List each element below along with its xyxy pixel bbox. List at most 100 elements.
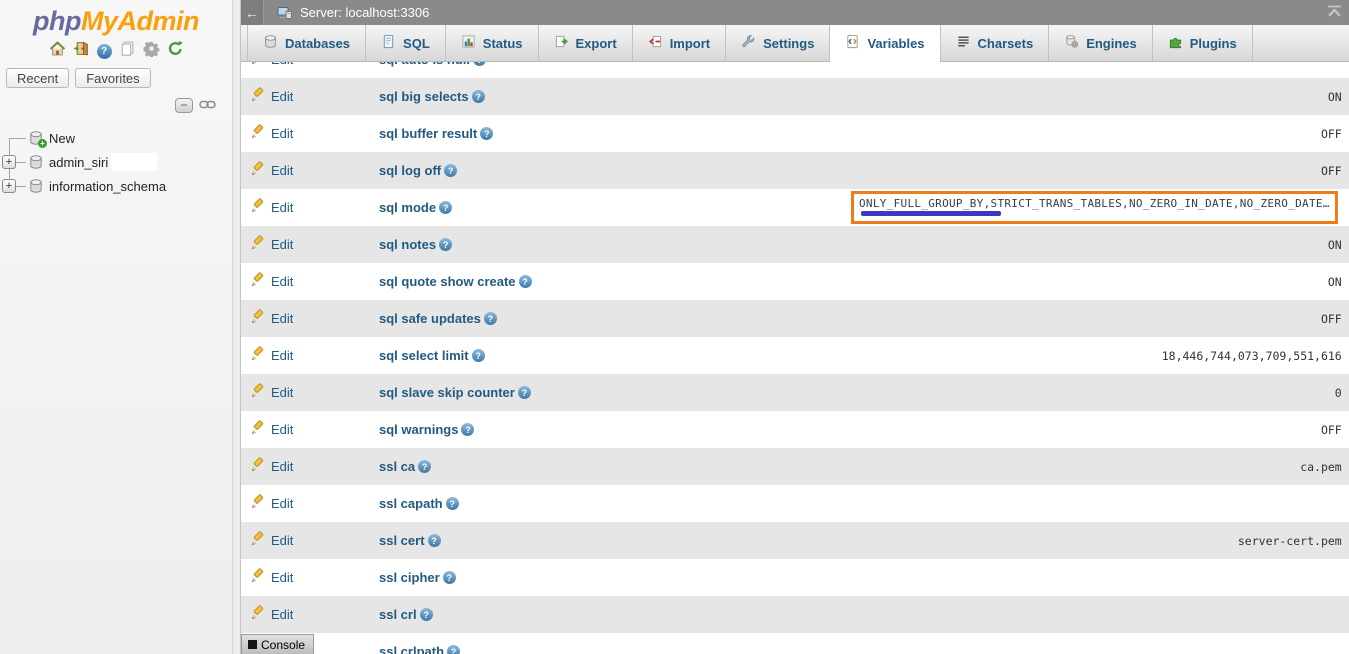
variable-help-icon[interactable]: ?	[472, 349, 485, 362]
edit-link[interactable]: Edit	[250, 161, 293, 180]
tree-item-admin-siri[interactable]: + admin_siri	[0, 150, 232, 174]
link-icon[interactable]	[199, 97, 216, 115]
pencil-icon	[250, 87, 266, 106]
tab-engines[interactable]: Engines	[1049, 25, 1153, 62]
tab-databases[interactable]: Databases	[247, 25, 366, 62]
console-button[interactable]: Console	[241, 634, 314, 654]
console-icon	[248, 640, 257, 649]
variables-rows: Edit sql auto is null ? Edit sql big sel…	[241, 62, 1349, 654]
edit-link[interactable]: Edit	[250, 235, 293, 254]
help-icon[interactable]: ?	[97, 44, 112, 59]
table-row: Edit sql buffer result ? OFF	[241, 115, 1349, 152]
tab-export[interactable]: Export	[539, 25, 633, 62]
pencil-icon	[250, 383, 266, 402]
edit-label: Edit	[271, 422, 293, 437]
edit-link[interactable]: Edit	[250, 457, 293, 476]
variable-help-icon[interactable]: ?	[461, 423, 474, 436]
logo-myadmin: MyAdmin	[81, 6, 199, 36]
export-icon	[554, 34, 569, 54]
pencil-icon	[250, 346, 266, 365]
pencil-icon	[250, 494, 266, 513]
variable-help-icon[interactable]: ?	[447, 645, 460, 654]
tree-item-information-schema[interactable]: + information_schema	[0, 174, 232, 198]
variable-name-cell: sql log off ?	[379, 163, 849, 178]
variable-help-icon[interactable]: ?	[519, 275, 532, 288]
action-cell: Edit	[241, 124, 379, 143]
variable-name: sql safe updates	[379, 311, 481, 326]
sidebar-resize-gutter[interactable]	[232, 0, 241, 654]
edit-link[interactable]: Edit	[250, 383, 293, 402]
tab-sql[interactable]: SQL	[366, 25, 446, 62]
variable-value-cell: OFF	[849, 127, 1349, 141]
tab-charsets[interactable]: Charsets	[941, 25, 1050, 62]
edit-link[interactable]: Edit	[250, 62, 293, 69]
variable-help-icon[interactable]: ?	[484, 312, 497, 325]
logo-php: php	[33, 6, 81, 36]
phpmyadmin-logo[interactable]: phpMyAdmin	[0, 0, 232, 37]
tab-settings[interactable]: Settings	[726, 25, 830, 62]
favorites-button[interactable]: Favorites	[75, 68, 150, 88]
tab-status[interactable]: Status	[446, 25, 539, 62]
edit-link[interactable]: Edit	[250, 568, 293, 587]
variable-help-icon[interactable]: ?	[439, 201, 452, 214]
edit-link[interactable]: Edit	[250, 531, 293, 550]
edit-label: Edit	[271, 274, 293, 289]
tab-label: SQL	[403, 36, 430, 51]
tree-controls: −	[0, 97, 232, 114]
edit-link[interactable]: Edit	[250, 309, 293, 328]
import-icon	[648, 34, 663, 54]
variable-value-cell: ONLY_FULL_GROUP_BY,STRICT_TRANS_TABLES,N…	[849, 189, 1349, 226]
edit-link[interactable]: Edit	[250, 87, 293, 106]
variable-help-icon[interactable]: ?	[443, 571, 456, 584]
edit-label: Edit	[271, 126, 293, 141]
sql-icon	[381, 34, 396, 54]
charsets-icon	[956, 34, 971, 54]
variable-value-cell: ca.pem	[849, 460, 1349, 474]
edit-label: Edit	[271, 89, 293, 104]
edit-link[interactable]: Edit	[250, 420, 293, 439]
variable-help-icon[interactable]: ?	[446, 497, 459, 510]
tree-item-new[interactable]: + New	[0, 126, 232, 150]
action-cell: Edit	[241, 198, 379, 217]
tab-import[interactable]: Import	[633, 25, 726, 62]
edit-label: Edit	[271, 459, 293, 474]
action-cell: Edit	[241, 309, 379, 328]
collapse-all-button[interactable]: −	[175, 98, 193, 113]
variable-help-icon[interactable]: ?	[518, 386, 531, 399]
variable-help-icon[interactable]: ?	[473, 62, 486, 66]
home-icon[interactable]	[49, 40, 66, 62]
back-arrow-button[interactable]: ←	[241, 0, 264, 25]
table-row: Edit sql log off ? OFF	[241, 152, 1349, 189]
expand-icon[interactable]: +	[2, 179, 16, 193]
settings-gear-icon[interactable]	[143, 40, 160, 62]
variable-help-icon[interactable]: ?	[439, 238, 452, 251]
wrench-icon	[741, 34, 756, 54]
edit-link[interactable]: Edit	[250, 346, 293, 365]
edit-link[interactable]: Edit	[250, 494, 293, 513]
edit-link[interactable]: Edit	[250, 605, 293, 624]
variable-help-icon[interactable]: ?	[418, 460, 431, 473]
scroll-top-icon[interactable]	[1326, 5, 1343, 23]
table-row: Edit ssl crl ?	[241, 596, 1349, 633]
recent-button[interactable]: Recent	[6, 68, 69, 88]
edit-link[interactable]: Edit	[250, 198, 293, 217]
edit-link[interactable]: Edit	[250, 272, 293, 291]
variable-help-icon[interactable]: ?	[444, 164, 457, 177]
variable-help-icon[interactable]: ?	[420, 608, 433, 621]
table-row: Edit sql slave skip counter ? 0	[241, 374, 1349, 411]
tab-label: Import	[670, 36, 710, 51]
variable-help-icon[interactable]: ?	[480, 127, 493, 140]
action-cell: Edit	[241, 457, 379, 476]
tab-plugins[interactable]: Plugins	[1153, 25, 1253, 62]
variable-name-cell: sql warnings ?	[379, 422, 849, 437]
variable-help-icon[interactable]: ?	[428, 534, 441, 547]
logout-icon[interactable]	[73, 40, 90, 62]
docs-icon[interactable]	[119, 40, 136, 62]
refresh-icon[interactable]	[167, 40, 184, 62]
tab-variables[interactable]: Variables	[830, 25, 940, 62]
edit-link[interactable]: Edit	[250, 124, 293, 143]
action-cell: Edit	[241, 62, 379, 69]
variable-help-icon[interactable]: ?	[472, 90, 485, 103]
expand-icon[interactable]: +	[2, 155, 16, 169]
status-icon	[461, 34, 476, 54]
